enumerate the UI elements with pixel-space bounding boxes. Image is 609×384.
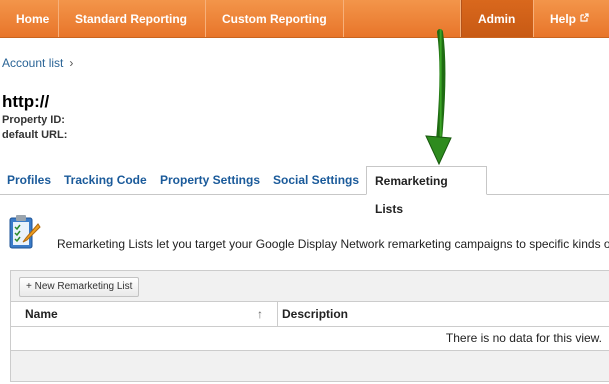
nav-admin-label: Admin [478, 11, 516, 26]
property-tabs: Profiles Tracking Code Property Settings… [0, 166, 609, 216]
breadcrumb: Account list › [2, 56, 73, 70]
sort-up-icon[interactable]: ↑ [257, 302, 263, 326]
property-id-label: Property ID: [2, 114, 65, 126]
clipboard-pencil-icon [8, 212, 42, 252]
remarketing-table-panel: + New Remarketing List Name ↑ Descriptio… [10, 270, 609, 382]
tab-profiles[interactable]: Profiles [7, 166, 51, 194]
external-link-icon [580, 12, 589, 25]
table-header: Name ↑ Description [11, 301, 609, 327]
top-nav-bar: Home Standard Reporting Custom Reporting… [0, 0, 609, 38]
new-remarketing-list-button[interactable]: + New Remarketing List [19, 277, 140, 297]
property-url-label: default URL: [2, 129, 68, 141]
nav-standard-reporting[interactable]: Standard Reporting [59, 0, 206, 37]
empty-table-message: There is no data for this view. [445, 331, 602, 345]
green-arrow-annotation [425, 29, 452, 166]
nav-home[interactable]: Home [0, 0, 59, 37]
tab-tracking-code[interactable]: Tracking Code [64, 166, 147, 194]
nav-custom-reporting[interactable]: Custom Reporting [206, 0, 344, 37]
column-header-name[interactable]: Name [25, 302, 58, 326]
table-row: There is no data for this view. [11, 327, 609, 351]
column-divider [277, 302, 278, 326]
nav-home-label: Home [16, 11, 50, 26]
tab-property-settings[interactable]: Property Settings [160, 166, 260, 194]
nav-help-label: Help [550, 11, 577, 26]
property-title: http:// [2, 92, 50, 111]
nav-custom-reporting-label: Custom Reporting [222, 11, 327, 26]
nav-help[interactable]: Help [534, 0, 609, 37]
nav-standard-reporting-label: Standard Reporting [75, 11, 188, 26]
nav-admin[interactable]: Admin [461, 0, 534, 37]
remarketing-description: Remarketing Lists let you target your Go… [57, 237, 609, 251]
breadcrumb-account-list[interactable]: Account list [2, 56, 63, 70]
tab-social-settings[interactable]: Social Settings [273, 166, 359, 194]
tab-remarketing-lists[interactable]: Remarketing Lists [366, 166, 487, 216]
breadcrumb-chevron-icon: › [69, 56, 74, 70]
column-header-description[interactable]: Description [282, 302, 348, 326]
